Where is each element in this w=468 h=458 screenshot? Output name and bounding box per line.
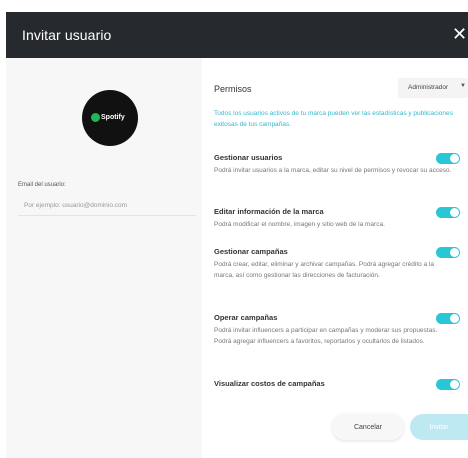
- permissions-title: Permisos: [214, 84, 252, 94]
- cancel-button[interactable]: Cancelar: [332, 414, 404, 440]
- email-label: Email del usuario:: [18, 182, 66, 188]
- permission-description: Podrá modificar el nombre, imagen y siti…: [214, 221, 385, 228]
- close-icon[interactable]: ✕: [452, 25, 467, 43]
- toggle-operate-campaigns[interactable]: [436, 313, 460, 324]
- invite-button[interactable]: Invitar: [410, 414, 468, 440]
- role-select[interactable]: Administrador ▼: [398, 78, 468, 98]
- toggle-manage-users[interactable]: [436, 153, 460, 164]
- permission-title: Visualizar costos de campañas: [214, 379, 325, 388]
- toggle-knob: [450, 154, 459, 163]
- role-select-value: Administrador: [408, 84, 449, 91]
- user-panel: Spotify Email del usuario:: [6, 58, 202, 458]
- modal-header: Invitar usuario ✕: [6, 12, 468, 58]
- toggle-knob: [450, 248, 459, 257]
- permission-title: Operar campañas: [214, 313, 278, 322]
- permission-view-costs: Visualizar costos de campañas: [214, 378, 454, 389]
- email-input[interactable]: [18, 196, 196, 216]
- modal-title: Invitar usuario: [22, 27, 112, 43]
- permissions-info: Todos los usuarios activos de tu marca p…: [214, 110, 453, 128]
- toggle-knob: [450, 208, 459, 217]
- caret-down-icon: ▼: [460, 83, 466, 89]
- brand-name: Spotify: [101, 114, 125, 121]
- toggle-manage-campaigns[interactable]: [436, 247, 460, 258]
- permission-manage-campaigns: Gestionar campañas Podrá crear, editar, …: [214, 246, 454, 281]
- spotify-logo-icon: [91, 113, 100, 122]
- permission-description: Podrá crear, editar, eliminar y archivar…: [214, 261, 435, 279]
- permission-manage-users: Gestionar usuarios Podrá invitar usuario…: [214, 152, 454, 176]
- permission-title: Editar información de la marca: [214, 207, 324, 216]
- permission-operate-campaigns: Operar campañas Podrá invitar influencer…: [214, 312, 454, 347]
- permission-description: Podrá invitar influencers a participar e…: [214, 327, 438, 345]
- brand-logo: Spotify: [82, 90, 138, 146]
- invite-user-modal: Invitar usuario ✕ Spotify Email del usua…: [0, 0, 468, 458]
- permission-edit-brand: Editar información de la marca Podrá mod…: [214, 206, 454, 230]
- permission-title: Gestionar usuarios: [214, 153, 283, 162]
- toggle-view-costs[interactable]: [436, 379, 460, 390]
- permission-title: Gestionar campañas: [214, 247, 288, 256]
- toggle-knob: [450, 314, 459, 323]
- permission-description: Podrá invitar usuarios a la marca, edita…: [214, 167, 452, 174]
- toggle-edit-brand[interactable]: [436, 207, 460, 218]
- toggle-knob: [450, 380, 459, 389]
